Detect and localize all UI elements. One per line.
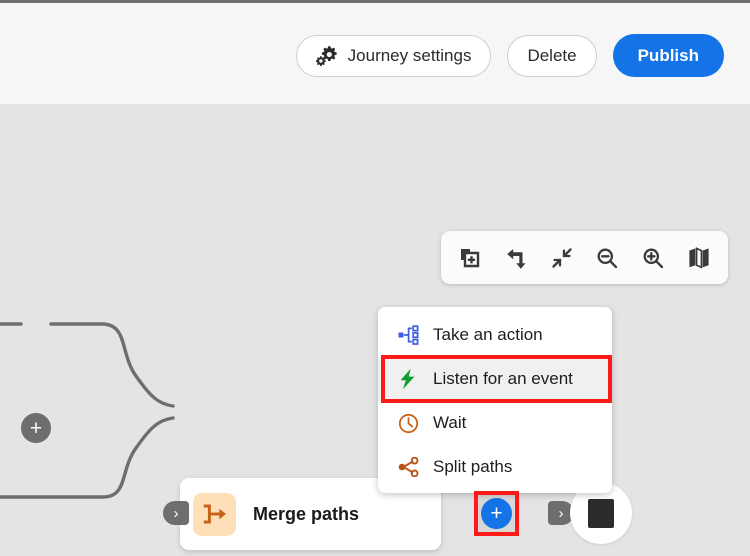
add-step-plus-label: + xyxy=(490,502,503,525)
lightning-bolt-icon xyxy=(397,368,419,390)
add-copy-icon[interactable] xyxy=(453,241,487,275)
action-node-icon xyxy=(397,324,419,346)
menu-item-label: Take an action xyxy=(433,325,543,344)
app-root: Journey settings Delete Publish Take an … xyxy=(0,0,750,556)
add-step-plus-button[interactable]: + xyxy=(481,498,512,529)
clock-icon xyxy=(397,412,419,434)
menu-item-label: Split paths xyxy=(433,457,513,476)
gears-icon xyxy=(315,45,339,66)
journey-settings-button[interactable]: Journey settings xyxy=(295,34,492,77)
menu-item-take-an-action[interactable]: Take an action xyxy=(378,313,612,357)
map-icon[interactable] xyxy=(682,241,716,275)
canvas-toolbar[interactable] xyxy=(441,231,728,284)
zoom-out-icon[interactable] xyxy=(590,241,624,275)
journey-canvas[interactable]: Take an action Listen for an event Wait … xyxy=(0,104,750,556)
menu-item-listen-for-an-event[interactable]: Listen for an event xyxy=(378,357,612,401)
delete-label: Delete xyxy=(527,45,577,65)
menu-item-wait[interactable]: Wait xyxy=(378,401,612,445)
add-step-menu[interactable]: Take an action Listen for an event Wait … xyxy=(378,307,612,493)
menu-item-label: Listen for an event xyxy=(433,369,573,388)
delete-button[interactable]: Delete xyxy=(507,34,597,77)
top-action-bar-buttons: Journey settings Delete Publish xyxy=(295,34,724,77)
publish-label: Publish xyxy=(637,45,699,65)
merge-node-inbound-chevron: › xyxy=(163,501,189,525)
publish-button[interactable]: Publish xyxy=(612,34,724,77)
undo-arrow-icon[interactable] xyxy=(499,241,533,275)
merge-paths-icon xyxy=(193,492,236,536)
stop-square-icon xyxy=(588,498,614,528)
zoom-in-icon[interactable] xyxy=(636,241,670,275)
branch-plus-label: + xyxy=(29,416,43,440)
journey-settings-label: Journey settings xyxy=(347,45,472,65)
split-paths-icon xyxy=(397,456,419,478)
menu-item-split-paths[interactable]: Split paths xyxy=(378,445,612,489)
top-action-bar: Journey settings Delete Publish xyxy=(0,0,750,104)
menu-item-label: Wait xyxy=(433,413,467,432)
merge-paths-label: Merge paths xyxy=(253,503,360,524)
branch-plus-button[interactable]: + xyxy=(21,413,51,443)
collapse-icon[interactable] xyxy=(545,241,579,275)
